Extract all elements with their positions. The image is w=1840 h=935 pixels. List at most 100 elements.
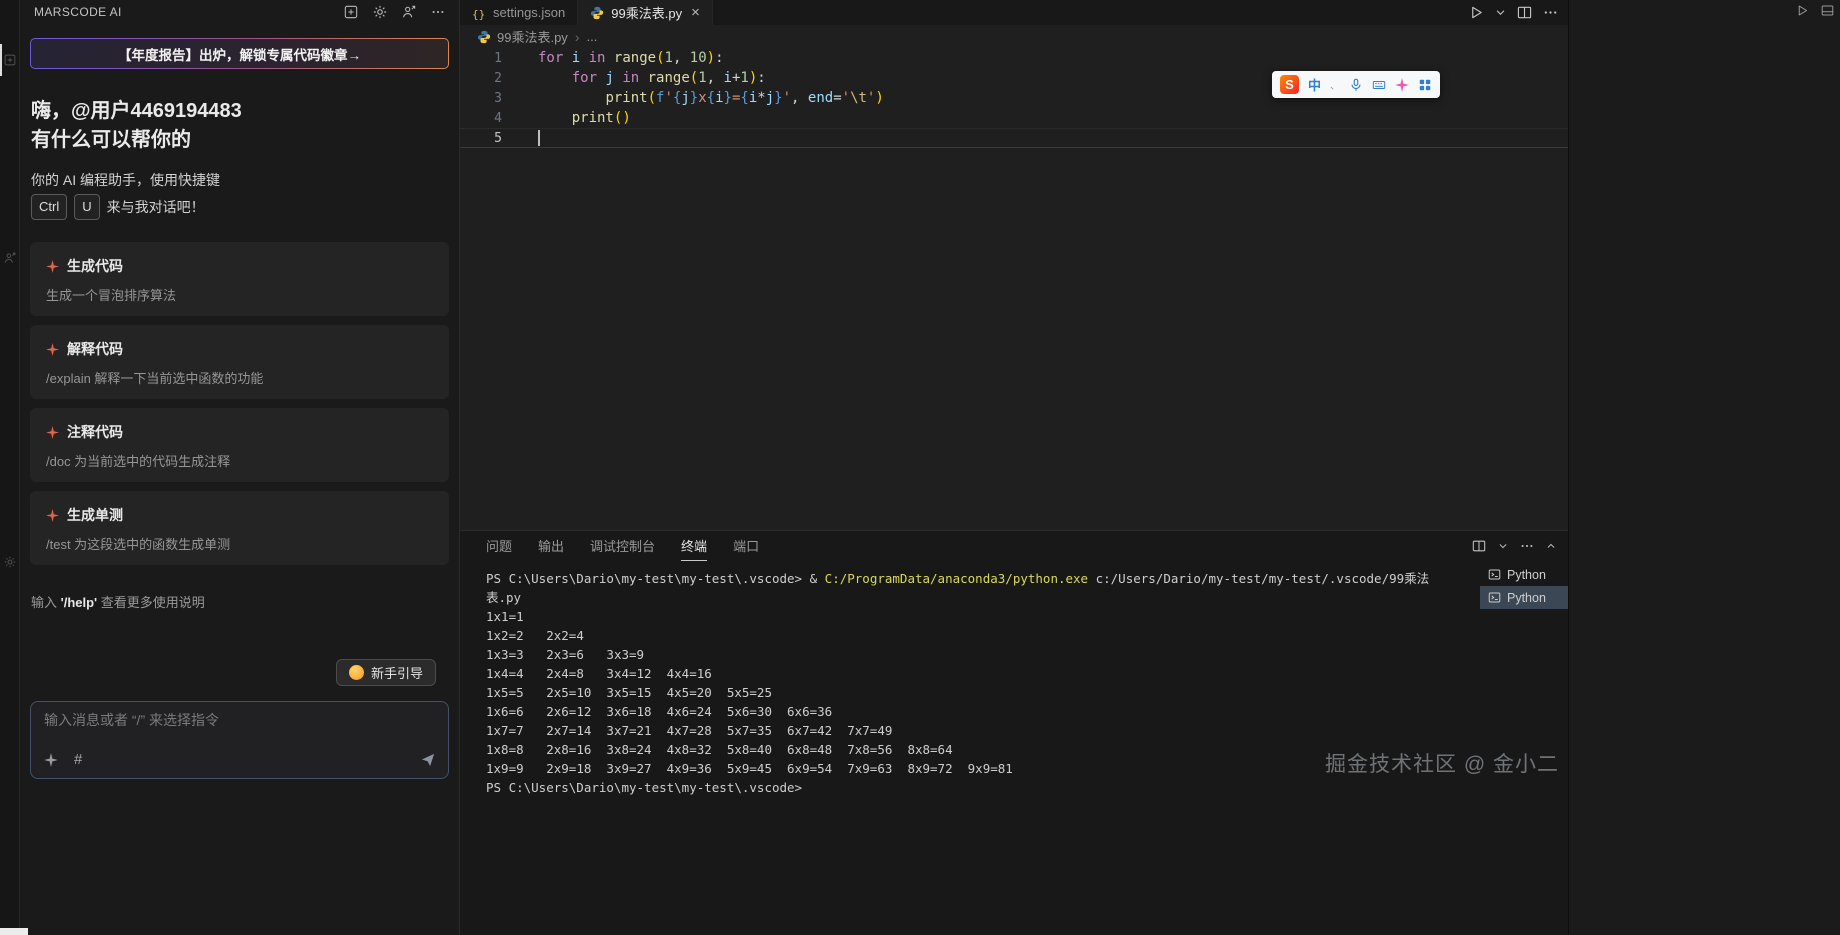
- subtitle-suffix: 来与我对话吧！: [107, 196, 205, 218]
- ime-punct-toggle[interactable]: 、: [1330, 77, 1340, 92]
- more-icon[interactable]: [431, 5, 445, 19]
- overlay-panel-icon[interactable]: [1821, 4, 1834, 17]
- maximize-panel-icon[interactable]: [1546, 541, 1556, 551]
- sparkle-icon: [46, 260, 59, 273]
- panel-tab[interactable]: 问题: [486, 531, 512, 561]
- terminal-list-label: Python: [1507, 568, 1546, 582]
- line-number: 5: [460, 131, 518, 146]
- terminal-line: 表.py: [486, 588, 1480, 607]
- sparkle-icon: [46, 509, 59, 522]
- panel-more-icon[interactable]: [1520, 539, 1534, 553]
- code-lines: 1for i in range(1, 10):2 for j in range(…: [460, 48, 1568, 148]
- prompt-card[interactable]: 生成代码生成一个冒泡排序算法: [30, 242, 449, 316]
- screen: MARSCODE AI 【年度报告】出炉，解锁专属代码徽章→ 嗨，@用户4469…: [0, 0, 1840, 935]
- terminal-line: 1x9=9 2x9=18 3x9=27 4x9=36 5x9=45 6x9=54…: [486, 759, 1480, 778]
- run-python-button[interactable]: [1469, 5, 1484, 20]
- overlay-play-icon[interactable]: [1796, 4, 1809, 17]
- prompt-cards: 生成代码生成一个冒泡排序算法解释代码/explain 解释一下当前选中函数的功能…: [30, 242, 449, 565]
- editor-more-icon[interactable]: [1543, 5, 1558, 20]
- card-desc: /test 为这段选中的函数生成单测: [46, 534, 433, 553]
- subtitle-text: 你的 AI 编程助手，使用快捷键: [31, 169, 449, 191]
- send-button[interactable]: [421, 753, 435, 767]
- terminal-line: 1x6=6 2x6=12 3x6=18 4x6=24 5x6=30 6x6=36: [486, 702, 1480, 721]
- terminal-output[interactable]: PS C:\Users\Dario\my-test\my-test\.vscod…: [460, 561, 1480, 935]
- close-icon[interactable]: ×: [691, 5, 700, 20]
- terminal-list-item[interactable]: Python: [1480, 586, 1568, 609]
- terminal-line: 1x5=5 2x5=10 3x5=15 4x5=20 5x5=25: [486, 683, 1480, 702]
- code-editor[interactable]: 1for i in range(1, 10):2 for j in range(…: [460, 48, 1568, 530]
- kbd-ctrl: Ctrl: [31, 194, 67, 220]
- code-line: 4 print(): [460, 108, 1568, 128]
- breadcrumb[interactable]: 99乘法表.py › ...: [460, 25, 1568, 48]
- prompt-card[interactable]: 解释代码/explain 解释一下当前选中函数的功能: [30, 325, 449, 399]
- card-title-text: 生成代码: [67, 256, 123, 276]
- ime-skin-icon[interactable]: [1395, 78, 1409, 92]
- manage-icon[interactable]: [4, 556, 16, 568]
- annual-report-banner[interactable]: 【年度报告】出炉，解锁专属代码徽章→: [30, 38, 449, 69]
- onboarding-label: 新手引导: [371, 663, 423, 682]
- terminal-line: PS C:\Users\Dario\my-test\my-test\.vscod…: [486, 778, 1480, 797]
- mic-icon[interactable]: [1349, 78, 1363, 92]
- code-text: for i in range(1, 10):: [518, 50, 724, 66]
- code-line: 5: [460, 128, 1568, 148]
- editor-tabbar: {}settings.json 99乘法表.py ×: [460, 0, 1568, 25]
- terminal-line: 1x1=1: [486, 607, 1480, 626]
- sidebar-header-icons: [344, 5, 445, 19]
- account-icon[interactable]: [4, 252, 16, 264]
- python-file-icon: [477, 30, 490, 43]
- smiley-icon: [349, 665, 364, 680]
- terminal-line: 1x3=3 2x3=6 3x3=9: [486, 645, 1480, 664]
- prompt-card[interactable]: 生成单测/test 为这段选中的函数生成单测: [30, 491, 449, 565]
- tab-label: settings.json: [493, 5, 565, 20]
- run-dropdown-icon[interactable]: [1495, 7, 1506, 18]
- share-account-icon[interactable]: [402, 5, 416, 19]
- card-desc: 生成一个冒泡排序算法: [46, 285, 433, 304]
- breadcrumb-more[interactable]: ...: [586, 29, 597, 44]
- tab-label: 99乘法表.py: [611, 3, 682, 22]
- editor-tab[interactable]: {}settings.json: [460, 0, 578, 25]
- code-text: print(f'{j}x{i}={i*j}', end='\t'): [518, 90, 884, 106]
- ime-language-toggle[interactable]: 中: [1308, 75, 1321, 94]
- terminal-profile-dropdown-icon[interactable]: [1498, 541, 1508, 551]
- breadcrumb-file[interactable]: 99乘法表.py: [497, 27, 568, 46]
- help-command: '/help': [61, 595, 98, 610]
- context-hash-button[interactable]: #: [74, 751, 82, 768]
- panel-tab[interactable]: 调试控制台: [590, 531, 655, 561]
- terminal-list-label: Python: [1507, 591, 1546, 605]
- explorer-icon[interactable]: [4, 54, 16, 66]
- split-editor-icon[interactable]: [1517, 5, 1532, 20]
- card-title: 解释代码: [46, 339, 433, 359]
- new-chat-icon[interactable]: [344, 5, 358, 19]
- split-terminal-icon[interactable]: [1472, 539, 1486, 553]
- marscode-sidebar: MARSCODE AI 【年度报告】出炉，解锁专属代码徽章→ 嗨，@用户4469…: [20, 0, 460, 935]
- sidebar-header: MARSCODE AI: [30, 0, 449, 24]
- agent-sparkle-icon: [44, 753, 58, 767]
- greeting: 嗨，@用户4469194483 有什么可以帮你的: [30, 97, 449, 155]
- card-title: 生成单测: [46, 505, 433, 525]
- prompt-card[interactable]: 注释代码/doc 为当前选中的代码生成注释: [30, 408, 449, 482]
- terminal-list-item[interactable]: Python: [1480, 563, 1568, 586]
- chat-input[interactable]: [44, 712, 435, 728]
- line-number: 2: [460, 71, 518, 86]
- onboarding-button[interactable]: 新手引导: [336, 659, 436, 686]
- ime-menu-grid-icon[interactable]: [1418, 78, 1432, 92]
- taskbar-fragment: [0, 928, 28, 935]
- code-text: print(): [518, 110, 631, 126]
- ime-toolbar: S 中 、: [1272, 71, 1440, 98]
- chevron-right-icon: ›: [575, 29, 580, 45]
- text-cursor: [538, 130, 540, 146]
- help-hint: 输入 '/help' 查看更多使用说明: [30, 592, 449, 611]
- settings-icon[interactable]: [373, 5, 387, 19]
- greeting-line1: 嗨，@用户4469194483: [31, 97, 449, 126]
- editor-tab[interactable]: 99乘法表.py ×: [578, 0, 713, 25]
- panel-tab[interactable]: 输出: [538, 531, 564, 561]
- card-title: 生成代码: [46, 256, 433, 276]
- sogou-logo[interactable]: S: [1280, 75, 1299, 94]
- keyboard-icon[interactable]: [1372, 78, 1386, 92]
- panel-body: PS C:\Users\Dario\my-test\my-test\.vscod…: [460, 561, 1568, 935]
- card-title-text: 注释代码: [67, 422, 123, 442]
- line-number: 3: [460, 91, 518, 106]
- terminal-line: 1x2=2 2x2=4: [486, 626, 1480, 645]
- panel-tab[interactable]: 终端: [681, 531, 707, 561]
- panel-tab[interactable]: 端口: [733, 531, 759, 561]
